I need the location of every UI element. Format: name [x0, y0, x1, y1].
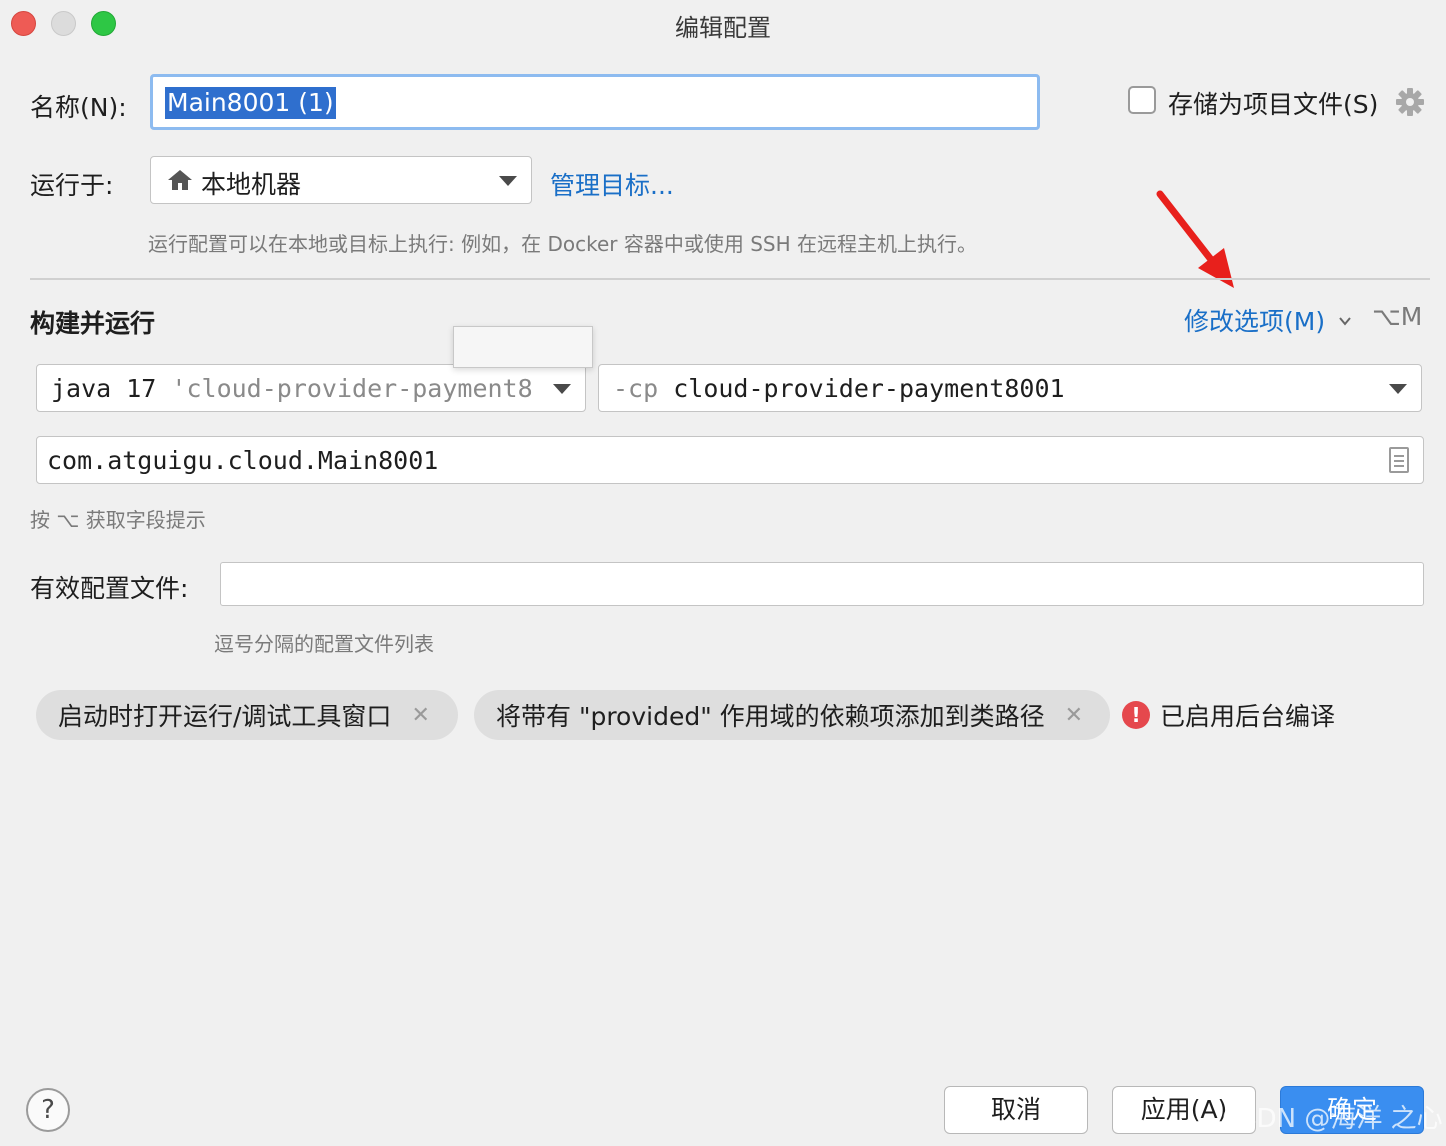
option-chip-label: 启动时打开运行/调试工具窗口 — [58, 702, 392, 731]
jdk-module: 'cloud-provider-payment8 — [171, 374, 533, 403]
main-class-input[interactable]: com.atguigu.cloud.Main8001 — [36, 436, 1424, 484]
close-icon[interactable]: ✕ — [1065, 703, 1083, 728]
main-class-value: com.atguigu.cloud.Main8001 — [47, 446, 439, 475]
active-profiles-label: 有效配置文件: — [30, 574, 189, 603]
active-profiles-hint: 逗号分隔的配置文件列表 — [214, 632, 434, 656]
option-chip-label: 将带有 "provided" 作用域的依赖项添加到类路径 — [496, 702, 1045, 731]
jdk-version: java 17 — [51, 374, 157, 403]
classpath-module-dropdown[interactable]: -cp cloud-provider-payment8001 — [598, 364, 1422, 412]
background-compile-label: 已启用后台编译 — [1160, 702, 1336, 731]
modify-options-shortcut: ⌥M — [1372, 302, 1423, 331]
chevron-down-icon[interactable] — [1338, 314, 1352, 328]
name-label: 名称(N): — [30, 93, 127, 122]
modify-options-link[interactable]: 修改选项(M) — [1184, 302, 1325, 338]
name-input-selected-text: Main8001 (1) — [165, 87, 336, 119]
chevron-down-icon — [1389, 384, 1407, 394]
active-profiles-input[interactable] — [220, 562, 1424, 606]
home-icon — [168, 170, 192, 190]
browse-class-icon[interactable] — [1389, 447, 1409, 473]
store-as-project-file-label: 存储为项目文件(S) — [1168, 90, 1379, 119]
option-chip-open-tool-window: 启动时打开运行/调试工具窗口 ✕ — [36, 690, 458, 740]
run-on-target-dropdown[interactable]: 本地机器 — [150, 156, 532, 204]
annotation-arrow — [1156, 190, 1234, 288]
store-as-project-file-checkbox[interactable] — [1128, 86, 1156, 114]
error-icon: ! — [1122, 701, 1150, 729]
watermark: CSDN @海洋 之心 — [1222, 1104, 1443, 1134]
chevron-down-icon — [553, 384, 571, 394]
jdk-dropdown[interactable]: java 17 'cloud-provider-payment8 — [36, 364, 586, 412]
section-divider — [30, 278, 1430, 280]
field-hint: 按 ⌥ 获取字段提示 — [30, 508, 206, 532]
run-on-label: 运行于: — [30, 171, 114, 200]
run-on-hint: 运行配置可以在本地或目标上执行: 例如，在 Docker 容器中或使用 SSH … — [148, 232, 977, 256]
help-button[interactable]: ? — [26, 1088, 70, 1132]
close-icon[interactable]: ✕ — [411, 703, 429, 728]
classpath-module: cloud-provider-payment8001 — [673, 374, 1065, 403]
build-run-section-title: 构建并运行 — [30, 309, 156, 338]
option-chip-provided-scope: 将带有 "provided" 作用域的依赖项添加到类路径 ✕ — [474, 690, 1110, 740]
run-on-target-value: 本地机器 — [201, 170, 302, 199]
gear-icon[interactable] — [1394, 86, 1426, 118]
name-input[interactable]: Main8001 (1) — [150, 74, 1040, 130]
manage-targets-link[interactable]: 管理目标... — [550, 166, 674, 202]
chevron-down-icon — [499, 176, 517, 186]
cancel-button[interactable]: 取消 — [944, 1086, 1088, 1134]
classpath-flag: -cp — [613, 374, 659, 403]
window-title: 编辑配置 — [675, 14, 771, 42]
popup-overlay — [453, 326, 593, 368]
